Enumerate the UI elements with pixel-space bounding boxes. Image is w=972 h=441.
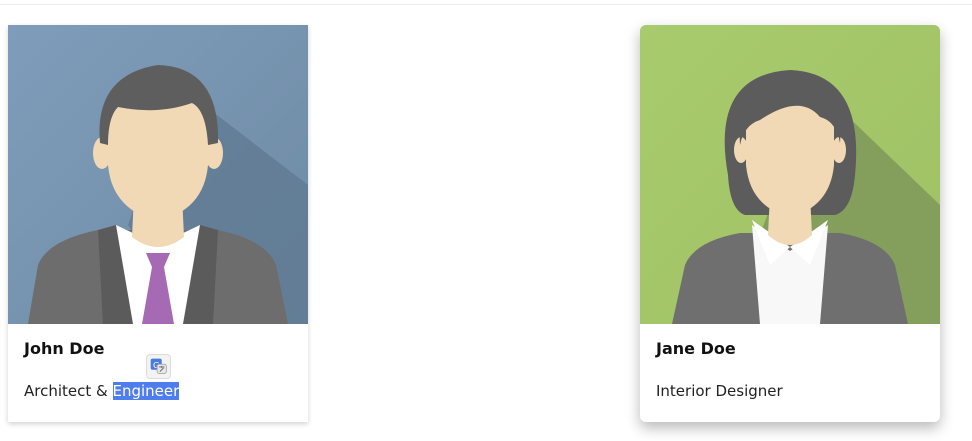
profile-card-john: John Doe G Architect & Engineer	[8, 25, 308, 422]
card-title-text: Architect &	[24, 382, 113, 400]
profile-card-jane: Jane Doe Interior Designer	[640, 25, 940, 422]
top-divider	[0, 4, 972, 5]
card-name: Jane Doe	[656, 339, 736, 358]
card-title: Interior Designer	[656, 382, 783, 400]
card-title: Architect & Engineer	[24, 382, 180, 400]
translate-icon[interactable]: G	[146, 354, 171, 379]
selected-text[interactable]: Engineer	[112, 382, 180, 400]
male-avatar-icon	[8, 25, 308, 324]
female-avatar-icon	[640, 25, 940, 324]
card-name: John Doe	[24, 339, 105, 358]
